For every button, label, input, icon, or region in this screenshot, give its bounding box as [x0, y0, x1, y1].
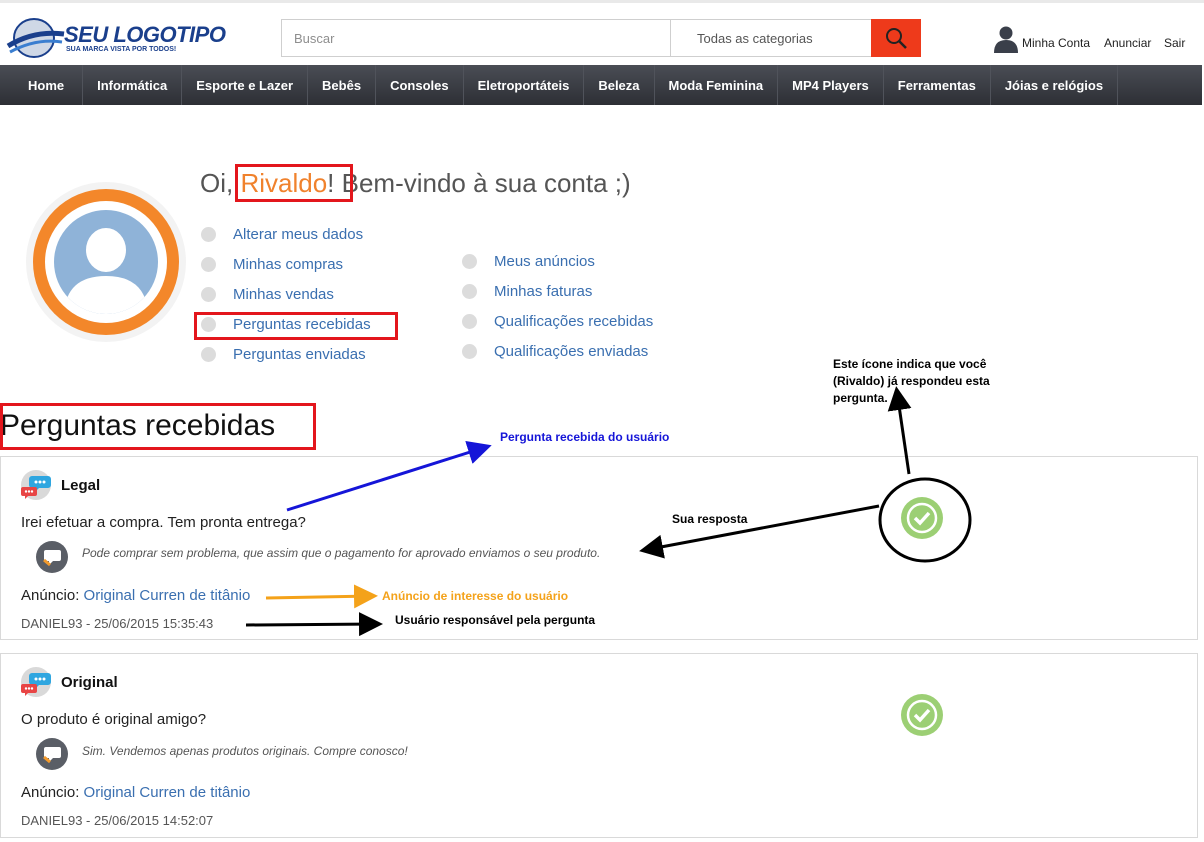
- annotation-arrows: [245, 386, 972, 637]
- arrow-question: [286, 440, 492, 512]
- annotation-ad-interest: Anúncio de interesse do usuário: [382, 589, 569, 603]
- annotation-your-answer: Sua resposta: [672, 512, 748, 526]
- annotation-circle: [878, 477, 972, 563]
- annotation-answered-icon: Este ícone indica que você (Rivaldo) já …: [833, 357, 990, 405]
- arrow-user: [245, 612, 383, 637]
- annotation-question-received: Pergunta recebida do usuário: [500, 430, 670, 444]
- annotation-user-responsible: Usuário responsável pela pergunta: [395, 613, 596, 627]
- arrow-ad: [265, 584, 378, 609]
